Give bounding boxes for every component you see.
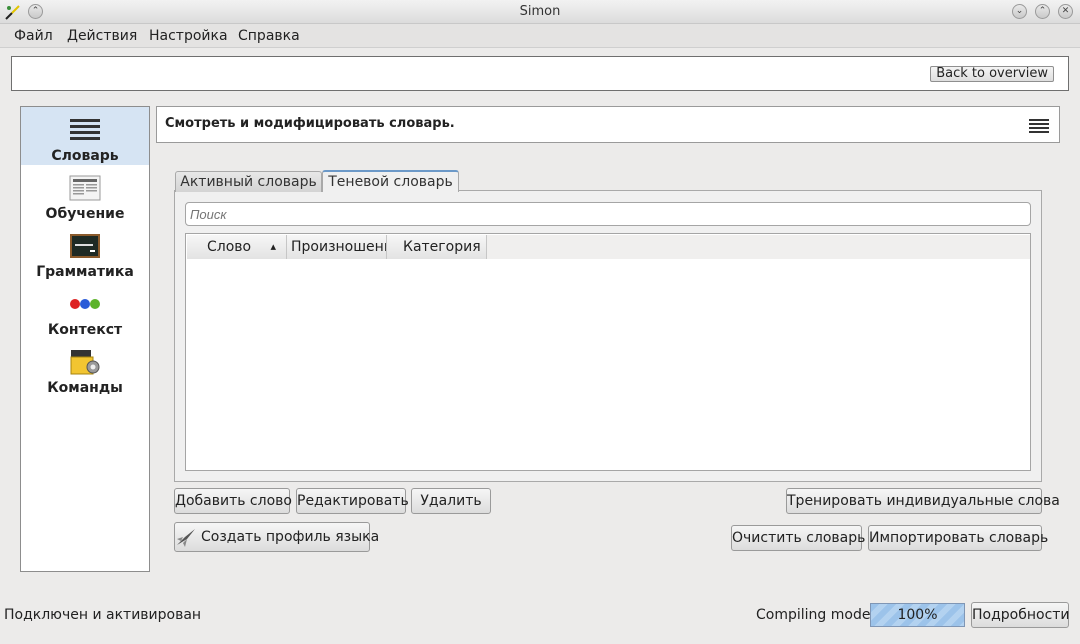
create-language-profile-button[interactable]: Создать профиль языка <box>174 522 379 552</box>
training-icon <box>69 175 101 201</box>
sidebar-item-label: Обучение <box>45 206 125 222</box>
edit-button[interactable]: Редактировать <box>296 488 409 514</box>
train-words-button[interactable]: Тренировать индивидуальные слова <box>786 488 1060 514</box>
sort-ascending-icon: ▴ <box>270 240 276 253</box>
page-header: Смотреть и модифицировать словарь. <box>156 106 1060 143</box>
sidebar-item-training[interactable]: Обучение <box>21 165 149 223</box>
dictionary-icon <box>1029 119 1049 133</box>
sidebar-item-commands[interactable]: Команды <box>21 339 149 397</box>
sidebar-item-grammar[interactable]: Грамматика <box>21 223 149 281</box>
sidebar-item-label: Команды <box>47 380 123 396</box>
tab-active-dictionary[interactable]: Активный словарь <box>175 171 322 192</box>
back-to-overview-button[interactable]: Back to overview <box>930 66 1054 82</box>
column-header-category[interactable]: Категория <box>387 235 487 259</box>
progress-bar: 100% <box>870 603 965 627</box>
menu-settings[interactable]: Настройка <box>149 28 228 44</box>
menu-file[interactable]: Файл <box>14 28 53 44</box>
menu-help[interactable]: Справка <box>238 28 300 44</box>
dictionary-table[interactable]: Слово ▴ Произношение Категория <box>185 233 1031 471</box>
maximize-icon[interactable]: ⌃ <box>1035 4 1050 19</box>
dictionary-icon <box>70 119 100 140</box>
sidebar-item-dictionary[interactable]: Словарь <box>21 107 149 165</box>
minimize-icon[interactable]: ⌄ <box>1012 4 1027 19</box>
delete-button[interactable]: Удалить <box>411 488 491 514</box>
page-title: Смотреть и модифицировать словарь. <box>165 116 455 131</box>
title-bar: ⌃ Simon ⌄ ⌃ ✕ <box>0 0 1080 24</box>
sidebar-item-context[interactable]: Контекст <box>21 281 149 339</box>
tab-shadow-dictionary[interactable]: Теневой словарь <box>322 170 459 192</box>
table-header: Слово ▴ Произношение Категория <box>187 235 1030 259</box>
context-icon <box>70 299 100 309</box>
close-icon[interactable]: ✕ <box>1058 4 1073 19</box>
overview-bar: Back to overview <box>11 56 1069 91</box>
menu-bar: Файл Действия Настройка Справка <box>0 24 1080 48</box>
add-word-button[interactable]: Добавить слово <box>174 488 292 514</box>
import-dictionary-button[interactable]: Импортировать словарь <box>868 525 1048 551</box>
grammar-icon <box>70 234 100 258</box>
sidebar-item-label: Контекст <box>47 322 123 338</box>
sidebar-item-label: Словарь <box>51 148 119 164</box>
column-header-pronunciation[interactable]: Произношение <box>287 235 387 259</box>
clear-dictionary-button[interactable]: Очистить словарь <box>731 525 865 551</box>
progress-text: 100% <box>897 607 938 623</box>
menu-actions[interactable]: Действия <box>67 28 137 44</box>
commands-icon <box>70 350 100 375</box>
sidebar: Словарь Обучение Грамматика Контекст Ком… <box>20 106 150 572</box>
rocket-icon <box>177 529 195 547</box>
window-title: Simon <box>519 4 561 19</box>
sidebar-item-label: Грамматика <box>36 264 134 280</box>
search-input[interactable] <box>185 202 1031 226</box>
column-header-word[interactable]: Слово ▴ <box>187 235 287 259</box>
connection-status: Подключен и активирован <box>4 607 202 623</box>
task-status: Compiling model <box>756 607 875 623</box>
details-button[interactable]: Подробности <box>971 602 1070 628</box>
